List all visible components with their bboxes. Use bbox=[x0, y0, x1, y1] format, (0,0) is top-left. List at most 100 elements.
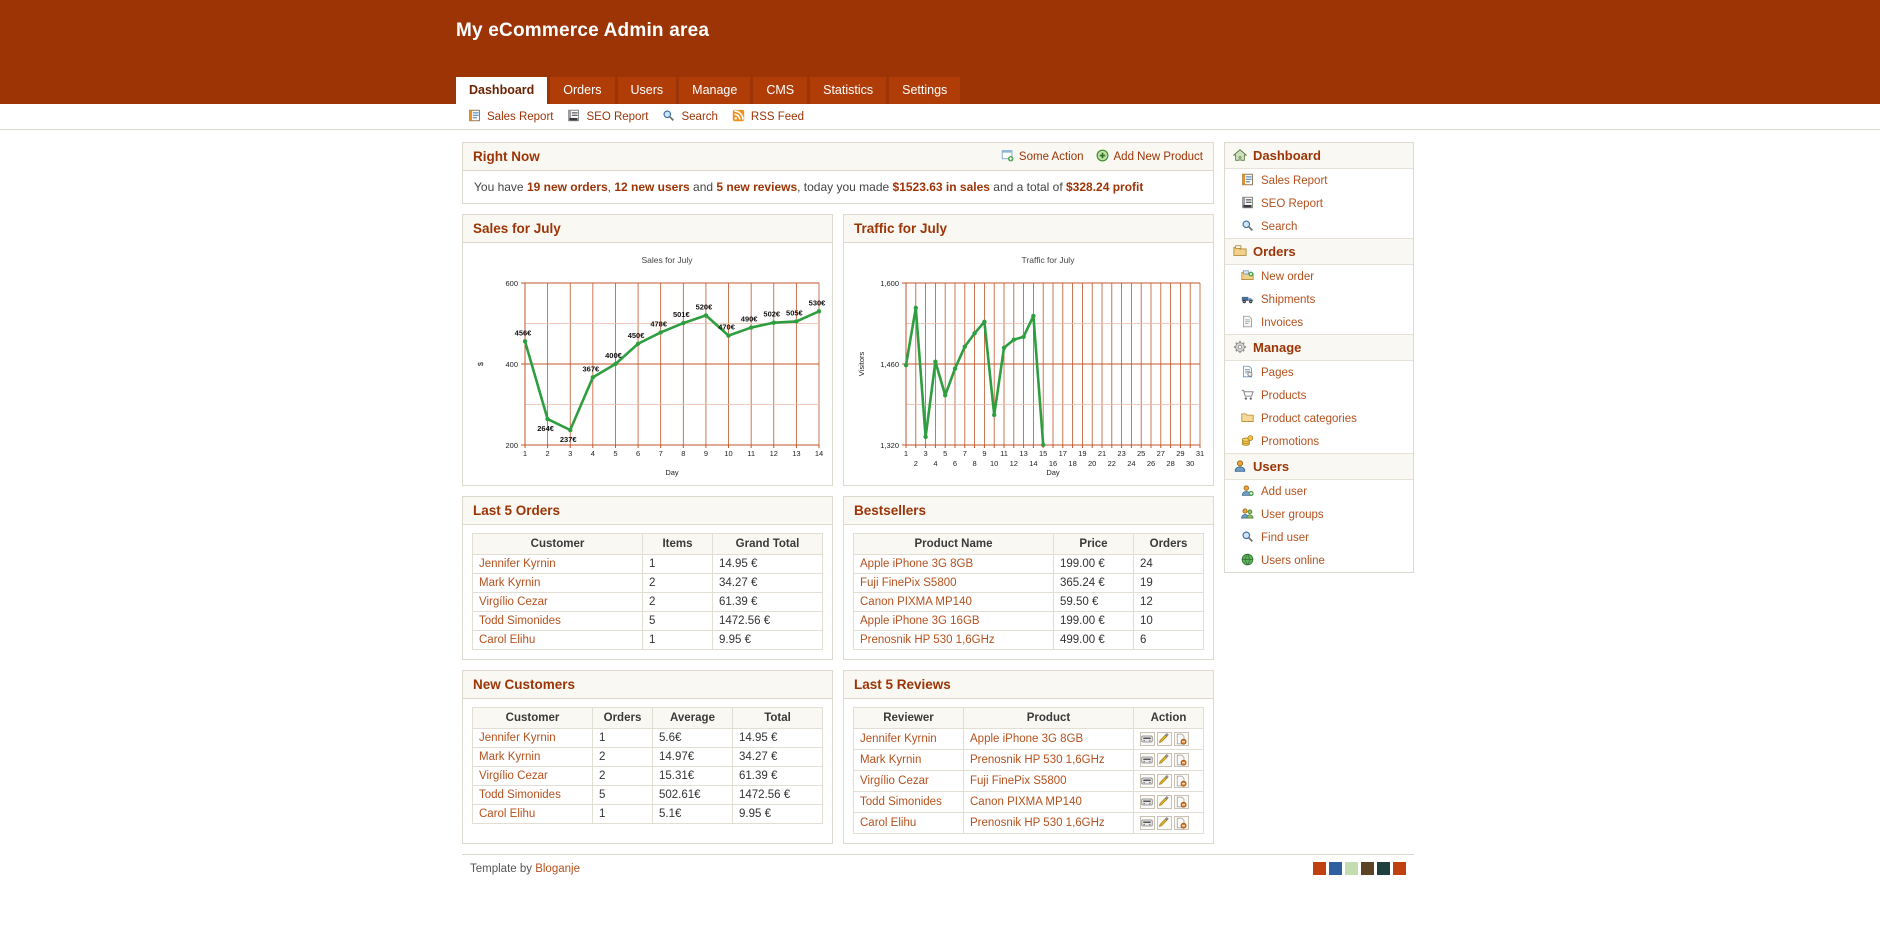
rss-icon bbox=[732, 109, 747, 124]
column-header: Orders bbox=[592, 707, 653, 729]
cell-link[interactable]: Fuji FinePix S5800 bbox=[853, 573, 1054, 593]
cell-link[interactable]: Carol Elihu bbox=[472, 630, 643, 650]
color-swatch[interactable] bbox=[1393, 862, 1406, 875]
footer-link[interactable]: Bloganje bbox=[535, 863, 580, 875]
sidebar-item-pages[interactable]: Pages bbox=[1225, 361, 1413, 384]
color-swatch[interactable] bbox=[1361, 862, 1374, 875]
view-icon[interactable] bbox=[1140, 774, 1155, 788]
cell-link[interactable]: Mark Kyrnin bbox=[853, 749, 964, 771]
sidebar-item-label: Shipments bbox=[1261, 293, 1316, 306]
color-swatch[interactable] bbox=[1313, 862, 1326, 875]
tab-cms[interactable]: CMS bbox=[753, 76, 808, 104]
edit-icon[interactable] bbox=[1157, 753, 1172, 767]
traffic-chart-header: Traffic for July bbox=[844, 215, 1213, 243]
sidebar-item-products[interactable]: Products bbox=[1225, 384, 1413, 407]
sidebar-item-user-groups[interactable]: User groups bbox=[1225, 503, 1413, 526]
delete-icon[interactable] bbox=[1174, 795, 1189, 809]
cell-link[interactable]: Carol Elihu bbox=[853, 812, 964, 834]
tab-users[interactable]: Users bbox=[617, 76, 677, 104]
cell-link[interactable]: Virgílio Cezar bbox=[472, 592, 643, 612]
cell-link[interactable]: Carol Elihu bbox=[472, 804, 593, 824]
last-orders-table: Customer Items Grand Total Jennifer Kyrnin 1… bbox=[472, 533, 823, 650]
cell-link[interactable]: Canon PIXMA MP140 bbox=[853, 592, 1054, 612]
cell-link[interactable]: Virgílio Cezar bbox=[853, 770, 964, 792]
sidebar-item-sales-report[interactable]: Sales Report bbox=[1225, 169, 1413, 192]
sidebar-group-label: Manage bbox=[1253, 340, 1302, 355]
sidebar-item-find-user[interactable]: Find user bbox=[1225, 526, 1413, 549]
color-swatch[interactable] bbox=[1345, 862, 1358, 875]
toolbar-link-search[interactable]: Search bbox=[662, 109, 718, 124]
sidebar-group-users[interactable]: Users bbox=[1225, 453, 1413, 480]
sidebar-item-promotions[interactable]: Promotions bbox=[1225, 430, 1413, 453]
delete-icon[interactable] bbox=[1174, 774, 1189, 788]
sidebar-item-seo-report[interactable]: SEO Report bbox=[1225, 192, 1413, 215]
cell-link[interactable]: Apple iPhone 3G 8GB bbox=[963, 728, 1134, 750]
cell-link[interactable]: Jennifer Kyrnin bbox=[853, 728, 964, 750]
action-some-action[interactable]: Some Action bbox=[1001, 149, 1084, 164]
sidebar-item-label: SEO Report bbox=[1261, 197, 1323, 210]
sidebar-item-new-order[interactable]: New order bbox=[1225, 265, 1413, 288]
tab-manage[interactable]: Manage bbox=[679, 76, 751, 104]
cell-link[interactable]: Fuji FinePix S5800 bbox=[963, 770, 1134, 792]
sidebar-item-label: Add user bbox=[1261, 485, 1308, 498]
color-swatch[interactable] bbox=[1377, 862, 1390, 875]
cell-link[interactable]: Mark Kyrnin bbox=[472, 747, 593, 767]
edit-icon[interactable] bbox=[1157, 795, 1172, 809]
color-swatch[interactable] bbox=[1329, 862, 1342, 875]
edit-icon[interactable] bbox=[1157, 774, 1172, 788]
edit-icon[interactable] bbox=[1157, 732, 1172, 746]
layout: Right Now Some Action Add New Product You… bbox=[0, 142, 1880, 854]
table-row: Prenosnik HP 530 1,6GHz 499.00 €6 bbox=[853, 630, 1204, 650]
right-now-summary: You have 19 new orders, 12 new users and… bbox=[463, 171, 1213, 203]
cell-link[interactable]: Mark Kyrnin bbox=[472, 573, 643, 593]
sidebar-item-search[interactable]: Search bbox=[1225, 215, 1413, 238]
cell-value: 34.27 € bbox=[732, 747, 823, 767]
table-row: Mark Kyrnin 2 34.27 € bbox=[472, 573, 823, 593]
delete-icon[interactable] bbox=[1174, 753, 1189, 767]
sidebar-group-orders[interactable]: Orders bbox=[1225, 238, 1413, 265]
cell-link[interactable]: Canon PIXMA MP140 bbox=[963, 791, 1134, 813]
tab-orders[interactable]: Orders bbox=[550, 76, 615, 104]
tab-statistics[interactable]: Statistics bbox=[810, 76, 887, 104]
toolbar-link-seo-report[interactable]: SEO Report bbox=[567, 109, 648, 124]
cell-link[interactable]: Todd Simonides bbox=[472, 611, 643, 631]
cell-value: 2 bbox=[642, 573, 713, 593]
action-add-new-product[interactable]: Add New Product bbox=[1096, 149, 1203, 164]
toolbar-link-rss-feed[interactable]: RSS Feed bbox=[732, 109, 804, 124]
delete-icon[interactable] bbox=[1174, 732, 1189, 746]
cell-value: 1 bbox=[642, 554, 713, 574]
edit-icon[interactable] bbox=[1157, 816, 1172, 830]
cell-link[interactable]: Todd Simonides bbox=[853, 791, 964, 813]
seo-report-icon bbox=[567, 109, 582, 124]
sidebar-item-product-categories[interactable]: Product categories bbox=[1225, 407, 1413, 430]
toolbar-link-sales-report[interactable]: Sales Report bbox=[468, 109, 553, 124]
tab-settings[interactable]: Settings bbox=[889, 76, 961, 104]
cell-link[interactable]: Prenosnik HP 530 1,6GHz bbox=[853, 630, 1054, 650]
search-icon bbox=[662, 109, 677, 124]
view-icon[interactable] bbox=[1140, 816, 1155, 830]
sidebar-item-label: New order bbox=[1261, 270, 1315, 283]
view-icon[interactable] bbox=[1140, 753, 1155, 767]
sidebar-group-manage[interactable]: Manage bbox=[1225, 334, 1413, 361]
sidebar-item-users-online[interactable]: Users online bbox=[1225, 549, 1413, 572]
sidebar-item-add-user[interactable]: Add user bbox=[1225, 480, 1413, 503]
tab-dashboard[interactable]: Dashboard bbox=[456, 76, 548, 104]
cell-link[interactable]: Virgílio Cezar bbox=[472, 766, 593, 786]
sidebar-group-dashboard[interactable]: Dashboard bbox=[1225, 143, 1413, 169]
view-icon[interactable] bbox=[1140, 732, 1155, 746]
view-icon[interactable] bbox=[1140, 795, 1155, 809]
cell-value: 5 bbox=[642, 611, 713, 631]
cell-link[interactable]: Prenosnik HP 530 1,6GHz bbox=[963, 749, 1134, 771]
cell-link[interactable]: Jennifer Kyrnin bbox=[472, 554, 643, 574]
sidebar-item-label: Products bbox=[1261, 389, 1307, 402]
sidebar-item-invoices[interactable]: Invoices bbox=[1225, 311, 1413, 334]
cell-link[interactable]: Prenosnik HP 530 1,6GHz bbox=[963, 812, 1134, 834]
cell-link[interactable]: Apple iPhone 3G 8GB bbox=[853, 554, 1054, 574]
cell-link[interactable]: Todd Simonides bbox=[472, 785, 593, 805]
tab-label: Settings bbox=[902, 82, 948, 97]
cell-link[interactable]: Apple iPhone 3G 16GB bbox=[853, 611, 1054, 631]
delete-icon[interactable] bbox=[1174, 816, 1189, 830]
cell-link[interactable]: Jennifer Kyrnin bbox=[472, 728, 593, 748]
table-row: Apple iPhone 3G 8GB 199.00 €24 bbox=[853, 554, 1204, 574]
sidebar-item-shipments[interactable]: Shipments bbox=[1225, 288, 1413, 311]
